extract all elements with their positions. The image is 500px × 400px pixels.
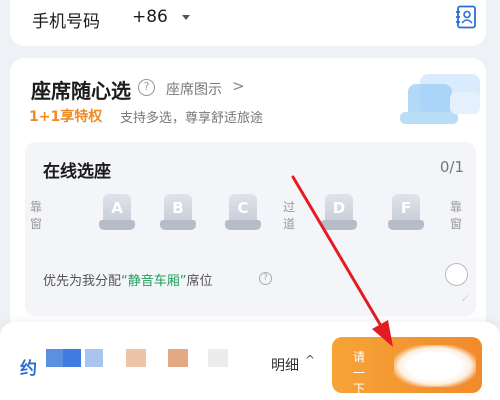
assign-suffix: 席位 (186, 274, 213, 289)
seat-b[interactable]: B (160, 194, 196, 234)
seat-b-letter: B (172, 199, 184, 217)
seat-f-letter: F (400, 199, 412, 217)
seat-d-letter: D (332, 199, 346, 217)
seat-count: 0/1 (439, 158, 464, 176)
redacted-block (63, 349, 81, 367)
privilege-badge: 1+1享特权 (29, 109, 103, 125)
price-about-label: 约 (20, 359, 37, 379)
submit-button-label: 请一下 (352, 350, 365, 396)
detail-toggle[interactable]: 明细 (271, 355, 299, 375)
seat-a[interactable]: A (99, 194, 135, 234)
contact-book-icon[interactable] (455, 5, 477, 29)
phone-label: 手机号码 (32, 12, 100, 32)
redacted-block (126, 349, 146, 367)
caret-down-icon[interactable] (182, 15, 190, 20)
window-label-left: 靠窗 (29, 200, 42, 231)
redacted-block (85, 349, 103, 367)
seat-f[interactable]: F (388, 194, 424, 234)
quiet-car-preference: 优先为我分配“静音车厢”席位 (43, 270, 213, 289)
aisle-label: 过道 (282, 200, 295, 231)
redacted-blur (394, 345, 476, 387)
submit-order-button[interactable]: 请一下 (332, 337, 482, 396)
redacted-block (168, 349, 188, 367)
privilege-description: 支持多选，尊享舒适旅途 (120, 111, 264, 126)
assign-prefix: 优先为我分配 (43, 274, 122, 289)
seat-d[interactable]: D (321, 194, 357, 234)
seat-illustration (400, 74, 480, 124)
quiet-car-radio[interactable] (445, 263, 468, 286)
help-icon[interactable]: ? (138, 79, 155, 96)
chevron-up-icon[interactable]: ^ (305, 353, 315, 367)
window-label-right: 靠窗 (449, 200, 462, 231)
quiet-car-highlight: “静音车厢” (121, 274, 187, 289)
redacted-block (208, 349, 228, 367)
bottom-action-bar: 约 明细 ^ 请一下 (0, 322, 500, 400)
online-seat-title: 在线选座 (43, 162, 111, 182)
check-icon: ✓ (460, 292, 470, 305)
seat-a-letter: A (111, 199, 123, 217)
seat-c-letter: C (237, 199, 249, 217)
country-code-selector[interactable]: +86 (132, 7, 168, 27)
online-seat-panel: 在线选座 0/1 靠窗 A B C 过道 D F 靠窗 优先为我分配“静音车厢”… (25, 142, 476, 316)
seat-map-link[interactable]: 座席图示 (166, 79, 222, 99)
help-icon-small[interactable]: ? (259, 272, 272, 285)
phone-row: 手机号码 +86 (10, 0, 486, 46)
chevron-right-icon[interactable]: > (232, 77, 245, 95)
seat-selection-title: 座席随心选 (31, 79, 131, 103)
seat-c[interactable]: C (225, 194, 261, 234)
